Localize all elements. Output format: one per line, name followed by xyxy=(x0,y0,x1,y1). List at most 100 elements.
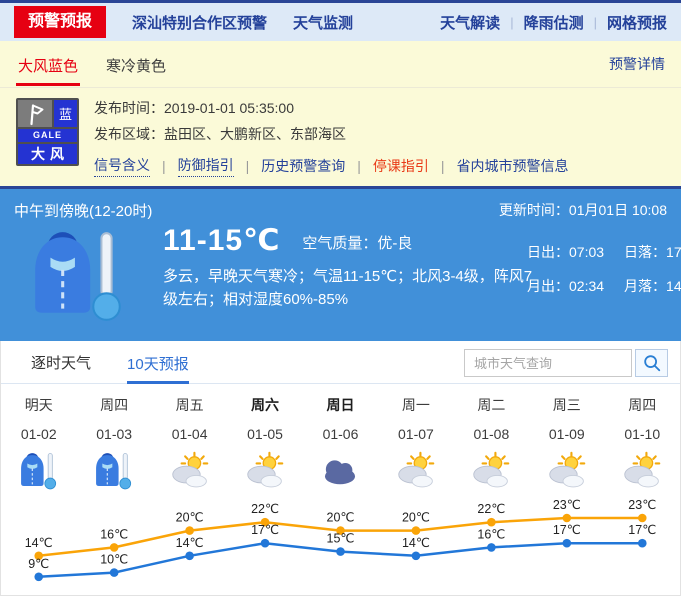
warning-tab-gale-blue[interactable]: 大风蓝色 xyxy=(16,42,80,86)
tab-hourly-weather[interactable]: 逐时天气 xyxy=(31,352,91,383)
publish-time-line: 发布时间：2019-01-01 05:35:00 xyxy=(94,99,665,117)
day-name: 周二 xyxy=(454,397,529,414)
alert-link[interactable]: 省内城市预警信息 xyxy=(457,156,569,176)
forecast-day[interactable]: 周一 01-07 xyxy=(378,384,453,492)
alert-link[interactable]: 历史预警查询 xyxy=(261,156,345,176)
forecast-day[interactable]: 周三 01-09 xyxy=(529,384,604,492)
moonset-time: 月落：14:20 xyxy=(624,276,681,296)
tab-warning-forecast[interactable]: 预警预报 xyxy=(14,6,106,38)
high-temp-label: 22℃ xyxy=(477,502,505,516)
update-time-label: 更新时间： xyxy=(499,202,569,218)
update-time: 更新时间：01月01日 10:08 xyxy=(499,200,667,220)
forecast-tabs-row: 逐时天气 10天预报 xyxy=(1,341,680,384)
day-name: 周四 xyxy=(605,397,680,414)
forecast-day[interactable]: 周六 01-05 xyxy=(227,384,302,492)
high-temp-label: 23℃ xyxy=(628,498,656,512)
low-temp-point xyxy=(261,539,270,548)
low-temp-label: 16℃ xyxy=(477,527,505,541)
moonrise-value: 02:34 xyxy=(569,278,604,294)
publish-time-value: 2019-01-01 05:35:00 xyxy=(164,100,294,116)
moonset-label: 月落： xyxy=(624,278,666,294)
alert-link[interactable]: 防御指引 xyxy=(178,155,234,177)
low-temp-point xyxy=(336,547,345,556)
alert-link[interactable]: 停课指引 xyxy=(373,156,429,176)
day-name: 周一 xyxy=(378,397,453,414)
link-separator: | xyxy=(357,158,361,174)
day-date: 01-09 xyxy=(529,426,604,443)
partly-cloudy-icon xyxy=(529,450,604,492)
high-temp-label: 14℃ xyxy=(25,536,53,550)
high-temp-point xyxy=(563,514,572,523)
signal-level-badge: 蓝 xyxy=(54,100,77,127)
day-name: 周六 xyxy=(227,397,302,414)
low-temp-label: 9℃ xyxy=(28,557,49,571)
partly-cloudy-icon xyxy=(378,450,453,492)
low-temp-label: 17℃ xyxy=(553,523,581,537)
warning-tabs-row: 大风蓝色 寒冷黄色 预警详情 xyxy=(0,41,681,88)
tab-10day-forecast[interactable]: 10天预报 xyxy=(127,353,189,384)
nav-separator: | xyxy=(594,15,597,30)
nav-weather-interpretation[interactable]: 天气解读 xyxy=(440,12,500,33)
city-weather-search xyxy=(464,349,668,377)
nav-separator: | xyxy=(510,15,513,30)
top-nav: 预警预报 深汕特别合作区预警 天气监测 天气解读 | 降雨估测 | 网格预报 xyxy=(0,0,681,41)
moonrise-time: 月出：02:34 xyxy=(527,276,604,296)
update-time-value: 01月01日 10:08 xyxy=(569,202,667,218)
high-temp-label: 22℃ xyxy=(251,502,279,516)
low-temp-point xyxy=(185,552,194,561)
nav-weather-monitoring[interactable]: 天气监测 xyxy=(293,12,353,33)
high-temp-point xyxy=(110,543,119,552)
day-name: 周五 xyxy=(152,397,227,414)
alert-link[interactable]: 信号含义 xyxy=(94,155,150,177)
high-temp-point xyxy=(487,518,496,527)
partly-cloudy-icon xyxy=(605,450,680,492)
day-date: 01-07 xyxy=(378,426,453,443)
publish-area-label: 发布区域： xyxy=(94,126,164,142)
day-date: 01-06 xyxy=(303,426,378,443)
forecast-day[interactable]: 周日01-06 xyxy=(303,384,378,492)
day-name: 周三 xyxy=(529,397,604,414)
warning-tab-cold-yellow[interactable]: 寒冷黄色 xyxy=(104,42,168,86)
sun-moon-times: 日出：07:03 日落：17:50 月出：02:34 月落：14:20 xyxy=(527,242,681,310)
forecast-day[interactable]: 明天01-02 xyxy=(1,384,76,492)
sunrise-value: 07:03 xyxy=(569,244,604,260)
moonrise-label: 月出： xyxy=(527,278,569,294)
day-date: 01-10 xyxy=(605,426,680,443)
low-temp-label: 15℃ xyxy=(327,532,355,546)
forecast-day[interactable]: 周五01-04 xyxy=(152,384,227,492)
link-separator: | xyxy=(162,158,166,174)
cold-icon xyxy=(1,450,76,492)
alert-links: 信号含义|防御指引|历史预警查询|停课指引|省内城市预警信息 xyxy=(94,155,665,177)
high-temp-label: 16℃ xyxy=(100,527,128,541)
forecast-day[interactable]: 周四01-03 xyxy=(76,384,151,492)
low-temp-point xyxy=(487,543,496,552)
top-nav-right: 天气解读 | 降雨估测 | 网格预报 xyxy=(440,12,667,33)
weather-description: 多云，早晚天气寒冷；气温11-15℃；北风3-4级，阵风7级左右；相对湿度60%… xyxy=(163,265,535,312)
day-date: 01-05 xyxy=(227,426,302,443)
publish-time-label: 发布时间： xyxy=(94,100,164,116)
warning-alert-box: 蓝 GALE 大风 发布时间：2019-01-01 05:35:00 发布区域：… xyxy=(0,88,681,186)
publish-area-line: 发布区域：盐田区、大鹏新区、东部海区 xyxy=(94,125,665,143)
forecast-day[interactable]: 周二01-08 xyxy=(454,384,529,492)
high-temp-point xyxy=(185,526,194,535)
low-temp-label: 14℃ xyxy=(176,536,204,550)
sunrise-time: 日出：07:03 xyxy=(527,242,604,262)
forecast-day[interactable]: 周四 01-10 xyxy=(605,384,680,492)
sunset-label: 日落： xyxy=(624,244,666,260)
high-temp-label: 23℃ xyxy=(553,498,581,512)
search-input[interactable] xyxy=(464,349,632,377)
low-temp-point xyxy=(34,573,43,582)
weather-app-page: 预警预报 深汕特别合作区预警 天气监测 天气解读 | 降雨估测 | 网格预报 大… xyxy=(0,0,681,596)
current-weather-section: 中午到傍晚(12-20时) 更新时间：01月01日 10:08 11-15℃ 空… xyxy=(0,186,681,341)
day-date: 01-03 xyxy=(76,426,151,443)
forecast-days: 明天01-02周四01-03周五01-04周六01-05周日01-06周一01-… xyxy=(1,384,680,492)
warning-detail-link[interactable]: 预警详情 xyxy=(609,54,665,74)
partly-cloudy-icon xyxy=(152,450,227,492)
publish-area-value: 盐田区、大鹏新区、东部海区 xyxy=(164,126,346,142)
search-button[interactable] xyxy=(635,349,668,377)
search-icon xyxy=(642,353,662,373)
low-temp-point xyxy=(412,552,421,561)
nav-grid-forecast[interactable]: 网格预报 xyxy=(607,12,667,33)
nav-rainfall-estimate[interactable]: 降雨估测 xyxy=(524,12,584,33)
nav-shenshan-warning[interactable]: 深汕特别合作区预警 xyxy=(132,12,267,33)
